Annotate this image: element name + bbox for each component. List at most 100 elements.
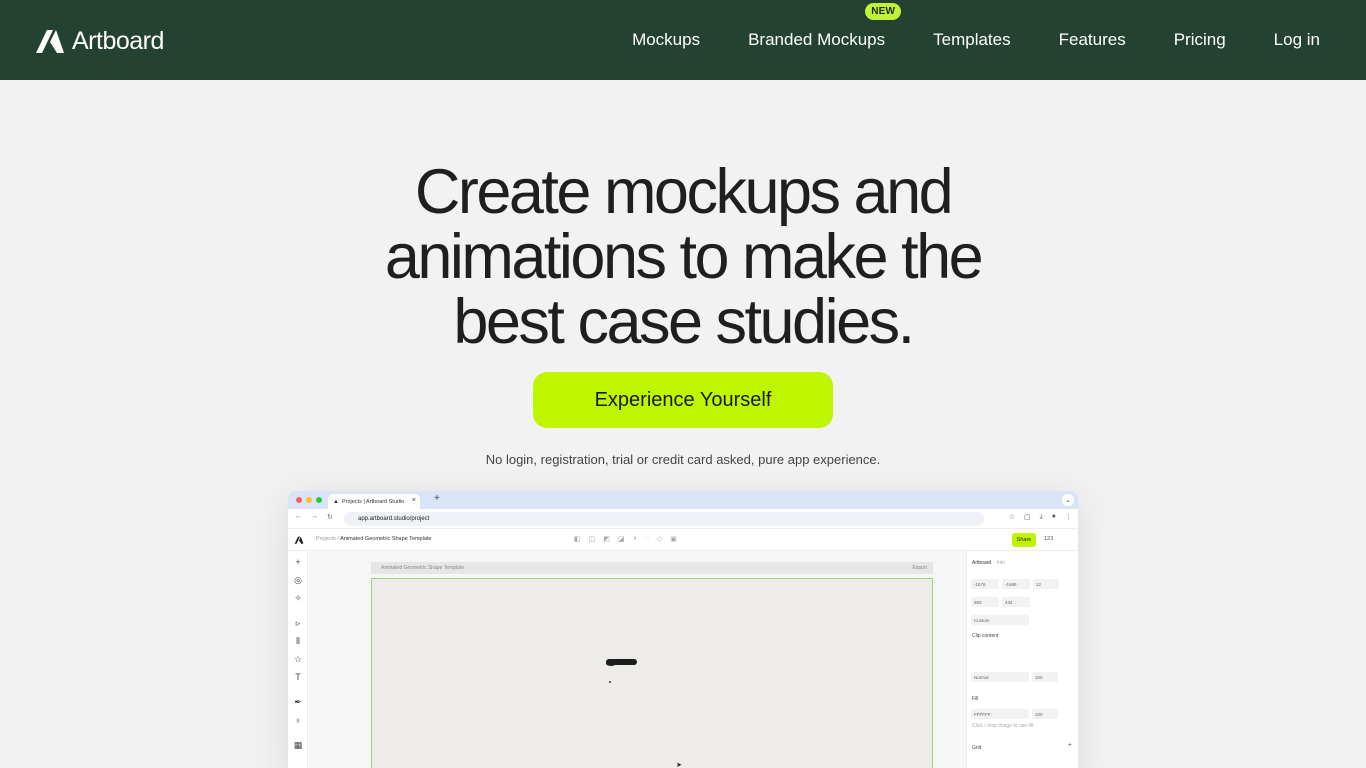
brand-name: Artboard (72, 26, 164, 55)
browser-tabbar: ▲ Projects | Artboard Studio × + ⌄ (288, 491, 1078, 509)
url-field: app.artboard.studio/project (344, 512, 984, 526)
select-cursor-icon: ▹ (295, 618, 301, 628)
hero-title-line-3: best case studies. (453, 287, 915, 357)
panel-position-row: -1676 -1688 12 (971, 579, 1059, 589)
back-arrow-icon: ← (295, 513, 302, 520)
tab-favicon-icon: ▲ (333, 498, 339, 505)
app-properties-panel: Artboard Info -1676 -1688 12 982 434 Cus… (966, 551, 1078, 768)
browser-nav-arrows: ← → ↻ (295, 513, 333, 521)
forward-arrow-icon: → (311, 513, 318, 520)
new-badge: NEW (865, 3, 902, 20)
grid-tool-icon: ▦ (293, 740, 303, 750)
dot-shape (609, 681, 611, 683)
panel-preset-row: Custom (971, 615, 1029, 625)
panel-h-field: 434 (1002, 597, 1030, 607)
window-controls (296, 497, 322, 503)
panel-w-field: 982 (971, 597, 999, 607)
frame-icon: ⫴ (296, 636, 300, 646)
tool-5-icon: ◑ (632, 535, 637, 542)
panel-blend-row: Normal 100 (971, 672, 1058, 682)
new-tab-icon: + (434, 493, 440, 504)
tab-close-icon: × (411, 497, 416, 504)
panel-blend-select: Normal (971, 672, 1029, 682)
top-nav: Artboard Mockups Branded Mockups NEW Tem… (0, 0, 1366, 80)
maximize-dot-icon (316, 497, 322, 503)
magic-icon: ✧ (294, 593, 302, 603)
panel-fill-hex: FFFFFF (971, 709, 1029, 719)
artboard-export-label: Export (912, 565, 927, 571)
hero-title-line-2: animations to make the (384, 222, 984, 292)
panel-fill-opacity: 100 (1032, 709, 1058, 719)
layers-icon: ◎ (294, 575, 302, 585)
experience-yourself-button[interactable]: Experience Yourself (533, 372, 833, 428)
app-share-button: Share (1012, 533, 1036, 547)
tool-8-icon: ▣ (670, 536, 677, 543)
browser-tab: ▲ Projects | Artboard Studio × (328, 494, 420, 509)
panel-fill-label: Fill (972, 696, 979, 702)
app-logo-icon (294, 536, 304, 544)
panel-r-field: 12 (1033, 579, 1059, 589)
panel-tabs: Artboard Info (972, 560, 1005, 566)
hero-title: Create mockups and animations to make th… (0, 160, 1366, 355)
panel-grid-add-icon: + (1067, 742, 1072, 749)
breadcrumb-current: Animated Geometric Shape Template (340, 536, 432, 542)
tab-title: Projects | Artboard Studio (341, 498, 405, 505)
nav-link-login[interactable]: Log in (1274, 30, 1320, 50)
tool-6-icon: ◌ (644, 535, 649, 542)
tab-list-chevron-icon: ⌄ (1062, 494, 1074, 506)
artboard-logo-icon (36, 30, 64, 53)
app-preview-browser: ▲ Projects | Artboard Studio × + ⌄ ← → ↻… (288, 491, 1078, 768)
panel-x-field: -1676 (971, 579, 999, 589)
panel-clip-content: Clip content (972, 633, 999, 639)
star-shape-icon: ☆ (293, 654, 303, 664)
panel-fill-note: Click / drop image to use fill (972, 723, 1034, 729)
artboard-label: Animated Geometric Shape Template Export (371, 562, 933, 574)
brush-stroke-tip (606, 661, 616, 666)
panel-tab-artboard: Artboard (972, 560, 992, 566)
hero-subnote: No login, registration, trial or credit … (485, 452, 881, 467)
nav-link-templates[interactable]: Templates (933, 30, 1010, 50)
app-left-toolbar: + ◎ ✧ ▹ ⫴ ☆ T ✒ ♁ ▦ (288, 551, 308, 768)
artboard-label-text: Animated Geometric Shape Template (381, 565, 465, 571)
minimize-dot-icon (306, 497, 312, 503)
extensions-icon: ▢ (1024, 514, 1031, 521)
app-tool-icons: ◧ ◫ ◩ ◪ ◑ ◌ ◇ ▣ (574, 535, 677, 543)
breadcrumb-parent: Projects (316, 536, 336, 542)
profile-avatar-icon: ● (1051, 513, 1056, 520)
download-icon: ⤓ (1039, 513, 1043, 520)
panel-preset-select: Custom (971, 615, 1029, 625)
panel-size-row: 982 434 (971, 597, 1030, 607)
hero-title-line-1: Create mockups and (414, 157, 954, 227)
app-zoom: 123 (1044, 536, 1054, 542)
tool-3-icon: ◩ (603, 536, 610, 543)
reload-icon: ↻ (327, 514, 333, 521)
bookmark-star-icon: ☆ (1008, 514, 1016, 521)
artboard-frame: ➤ (371, 578, 933, 768)
panel-y-field: -1688 (1002, 579, 1030, 589)
browser-menu-icon: ⋮ (1065, 514, 1072, 521)
text-tool-icon: T (295, 672, 301, 682)
panel-grid-label: Grid (972, 745, 982, 751)
panel-opacity-field: 100 (1032, 672, 1058, 682)
add-icon: + (295, 557, 301, 567)
tool-4-icon: ◪ (617, 536, 625, 543)
browser-toolbar-icons: ☆ ▢ ⤓ ● ⋮ (1009, 513, 1072, 521)
app-canvas: Animated Geometric Shape Template Export… (309, 551, 966, 768)
close-dot-icon (296, 497, 302, 503)
nav-link-pricing[interactable]: Pricing (1174, 30, 1226, 50)
tool-2-icon: ◫ (588, 536, 596, 543)
panel-tab-info: Info (996, 560, 1005, 566)
tool-1-icon: ◧ (574, 536, 581, 543)
browser-addressbar: ← → ↻ app.artboard.studio/project ☆ ▢ ⤓ … (288, 509, 1078, 529)
nav-link-branded-mockups[interactable]: Branded Mockups NEW (748, 3, 902, 50)
brand-logo-link[interactable]: Artboard (34, 27, 164, 55)
nav-link-branded-mockups-label: Branded Mockups (748, 30, 886, 49)
tool-7-icon: ◇ (656, 536, 663, 543)
nav-link-features[interactable]: Features (1059, 30, 1126, 50)
brush-tool-icon: ♁ (294, 715, 302, 725)
app-toolbar: Projects / Animated Geometric Shape Temp… (288, 529, 1078, 551)
pen-tool-icon: ✒ (294, 697, 302, 707)
mouse-cursor-icon: ➤ (676, 762, 682, 768)
nav-link-mockups[interactable]: Mockups (632, 30, 700, 50)
app-breadcrumb: Projects / Animated Geometric Shape Temp… (316, 536, 432, 542)
